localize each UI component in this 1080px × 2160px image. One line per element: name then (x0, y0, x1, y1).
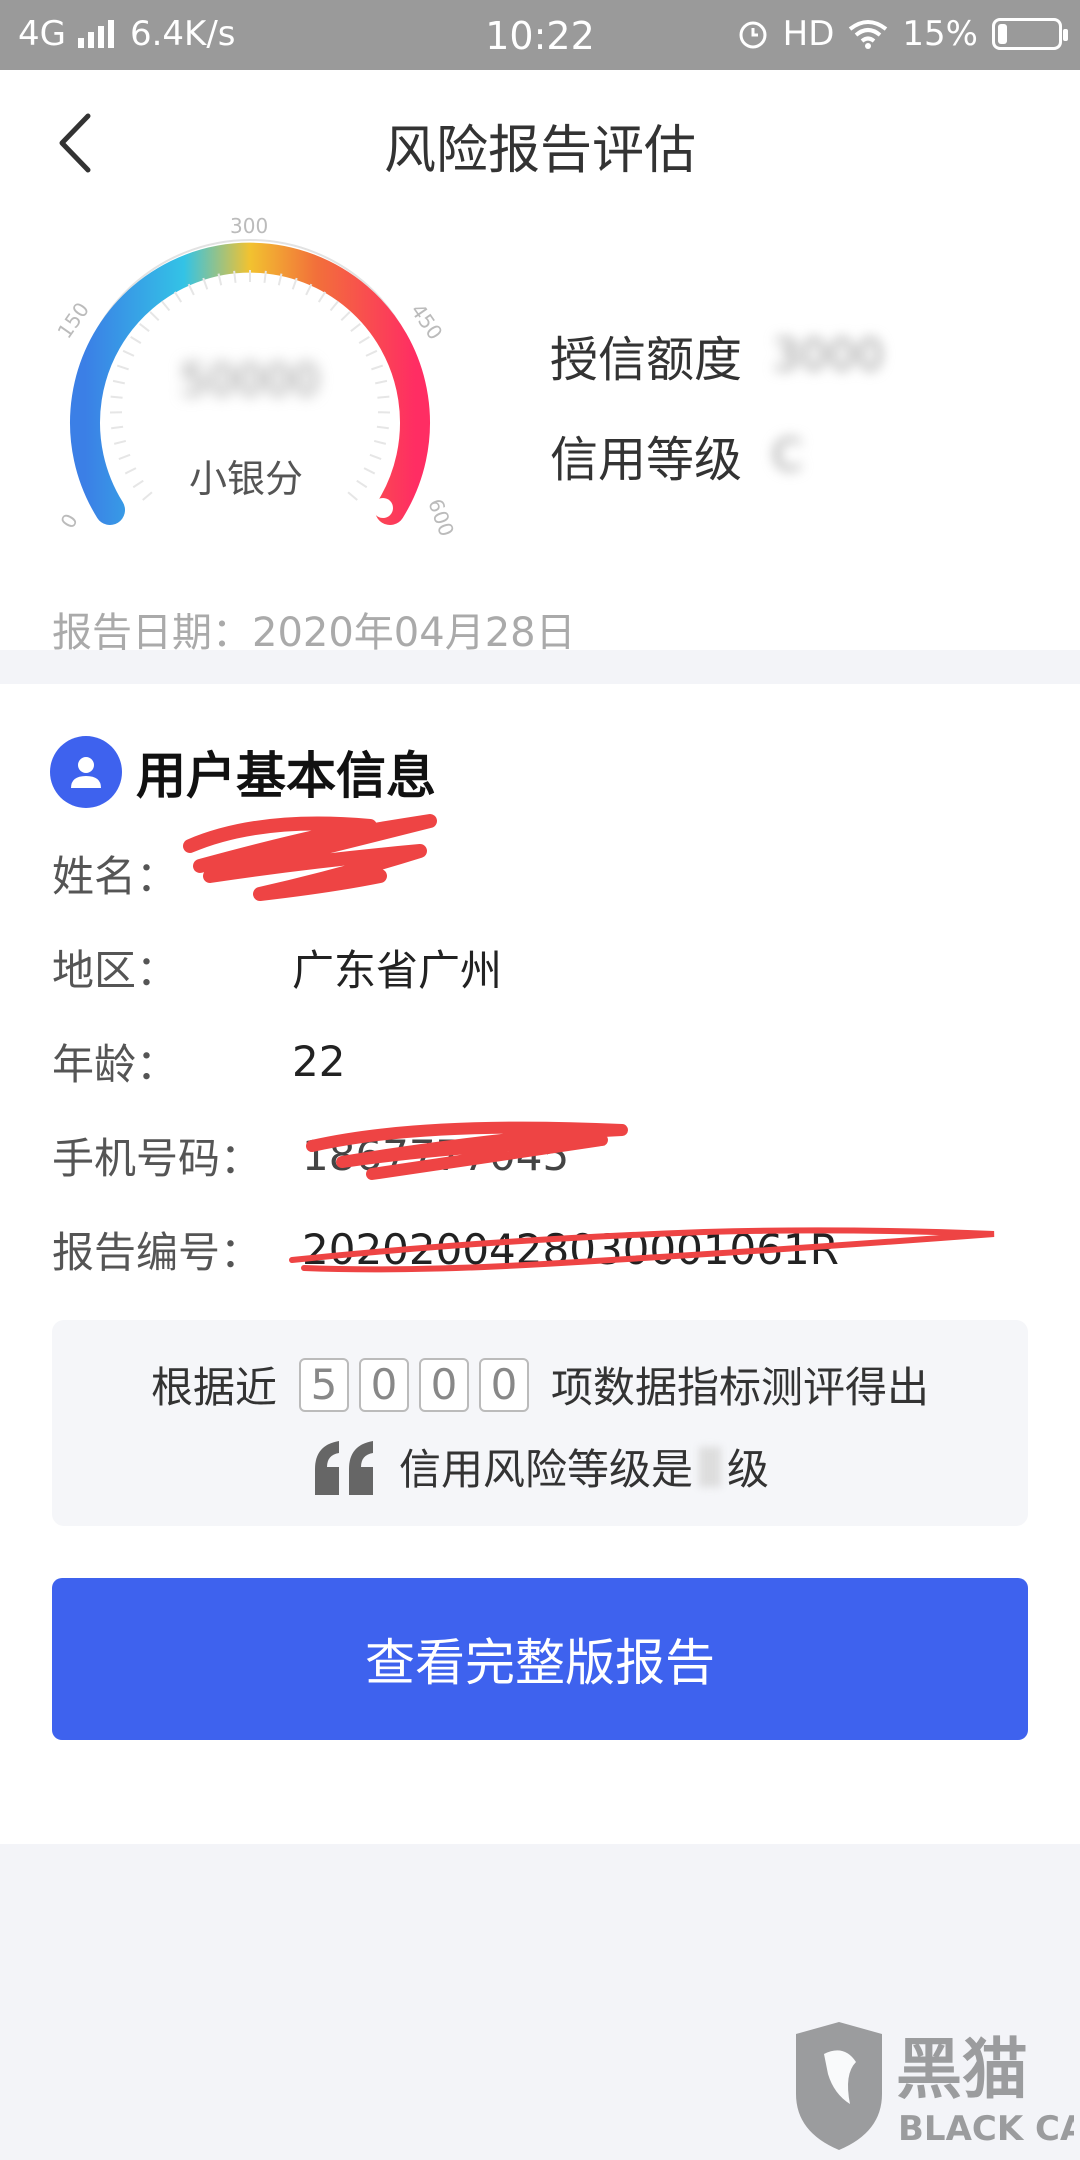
gauge-tick-mark (139, 323, 150, 332)
gauge-tick-label: 150 (52, 298, 94, 343)
gauge-tick-label: 0 (56, 509, 83, 532)
info-label: 姓名： (52, 851, 179, 901)
gauge-tick-mark (291, 277, 298, 290)
section-header: 用户基本信息 (50, 736, 436, 808)
gauge-tick-mark (329, 300, 339, 312)
gauge-tick-mark (317, 291, 327, 303)
count-digit: 5 (299, 1357, 349, 1412)
info-label: 年龄： (52, 1039, 179, 1089)
gauge-score: 50000 (180, 355, 320, 406)
user-info-card: 用户基本信息 姓名： 地区： 广东省广州 年龄： 22 手机号码： 186777… (0, 684, 1080, 1844)
report-date: 报告日期：2020年04月28日 (52, 610, 576, 656)
eval-suffix: 项数据指标测评得出 (551, 1363, 930, 1412)
gauge-tick-mark (356, 479, 368, 489)
page-header: 风险报告评估 (0, 70, 1080, 210)
gauge-label: 小银分 (189, 457, 303, 501)
credit-limit-value: 3000 (772, 329, 884, 381)
gauge-tick-mark (118, 453, 131, 460)
count-digit: 0 (359, 1357, 409, 1412)
gauge-tick-mark (187, 283, 195, 296)
eval-prefix: 根据近 (150, 1363, 277, 1412)
credit-grade-value: C (772, 429, 803, 481)
gauge-tick-mark (347, 491, 358, 501)
count-digit: 0 (479, 1357, 529, 1412)
gauge-tick-mark (122, 349, 135, 357)
info-value: 广东省广州 (292, 945, 503, 995)
gauge-tick-mark (111, 425, 124, 430)
risk-level-suffix: 级 (727, 1445, 770, 1494)
gauge-pointer (373, 498, 393, 518)
user-icon (50, 736, 122, 808)
evaluation-box: 根据近 5 0 0 0 项数据指标测评得出 信用风险等级是 级 (52, 1320, 1028, 1526)
indicator-count: 5 0 0 0 (299, 1357, 529, 1412)
gauge-tick-mark (149, 311, 160, 321)
gauge-tick-mark (161, 300, 171, 312)
gauge-tick-mark (263, 270, 267, 283)
gauge-tick-mark (373, 439, 387, 445)
battery-level (998, 24, 1007, 44)
info-label: 报告编号： (52, 1227, 263, 1277)
gauge-tick-mark (340, 311, 351, 321)
gauge-tick-mark (365, 349, 378, 357)
watermark-text-cn: 黑猫 (896, 2031, 1028, 2108)
risk-level-text: 信用风险等级是 (398, 1445, 693, 1494)
info-row-phone: 手机号码： 1867777045 (52, 1108, 839, 1202)
gauge-tick-mark (376, 425, 389, 430)
gauge-tick-label: 600 (423, 496, 459, 540)
gauge-tick-mark (202, 277, 209, 290)
gauge-tick-mark (116, 364, 129, 371)
score-gauge: 0 150 300 450 600 50000 小银分 (52, 214, 459, 540)
battery-icon (992, 18, 1068, 50)
info-value: 1867777045 (302, 1130, 570, 1180)
status-bar: 4G 6.4K/s 10:22 HD 15% (0, 0, 1080, 70)
gauge-tick-mark (305, 283, 313, 296)
blackcat-watermark-logo: 黑猫 BLACK CAT (796, 2022, 1074, 2150)
battery-percent: 15% (902, 14, 978, 54)
gauge-tick-mark (363, 467, 376, 475)
info-value: 2020200428030001061R (302, 1224, 839, 1274)
gauge-tick-mark (233, 270, 237, 283)
gauge-tick-mark (142, 491, 153, 501)
score-card: 0 150 300 450 600 50000 小银分 授信额度 3000 信用… (0, 210, 1080, 656)
gauge-tick-mark (124, 467, 137, 475)
gauge-tick-mark (358, 335, 370, 344)
risk-level-blurred (699, 1446, 721, 1487)
watermark-text-en: BLACK CAT (898, 2109, 1074, 2149)
info-label: 手机号码： (52, 1133, 263, 1183)
info-label: 地区： (52, 945, 179, 995)
gauge-tick-mark (374, 379, 388, 385)
section-title: 用户基本信息 (136, 747, 436, 805)
gauge-tick-mark (130, 335, 142, 344)
gauge-tick-mark (371, 364, 384, 371)
info-row-name: 姓名： (52, 814, 839, 920)
info-row-region: 地区： 广东省广州 (52, 920, 839, 1014)
credit-limit-label: 授信额度 (550, 332, 743, 388)
credit-grade-label: 信用等级 (550, 432, 743, 488)
info-row-report-no: 报告编号： 2020200428030001061R (52, 1202, 995, 1296)
gauge-tick-mark (113, 439, 127, 445)
credit-limit-row: 授信额度 3000 (550, 305, 884, 405)
info-row-age: 年龄： 22 (52, 1014, 839, 1108)
gauge-tick-label: 450 (406, 299, 448, 344)
hd-indicator: HD (782, 14, 835, 54)
gauge-tick-mark (369, 453, 382, 460)
view-full-report-button[interactable]: 查看完整版报告 (52, 1578, 1028, 1740)
gauge-tick-label: 300 (230, 214, 268, 238)
page-title: 风险报告评估 (383, 121, 696, 181)
gauge-tick-mark (173, 291, 183, 303)
wifi-icon (849, 20, 888, 49)
credit-grade-row: 信用等级 C (550, 405, 884, 505)
gauge-tick-mark (112, 379, 126, 385)
gauge-tick-mark (350, 323, 361, 332)
gauge-tick-mark (377, 395, 390, 399)
quote-icon (314, 1440, 373, 1495)
gauge-tick-mark (110, 395, 123, 399)
info-value: 22 (292, 1036, 346, 1086)
alarm-icon (739, 21, 767, 49)
gauge-tick-mark (132, 479, 144, 489)
count-digit: 0 (419, 1357, 469, 1412)
